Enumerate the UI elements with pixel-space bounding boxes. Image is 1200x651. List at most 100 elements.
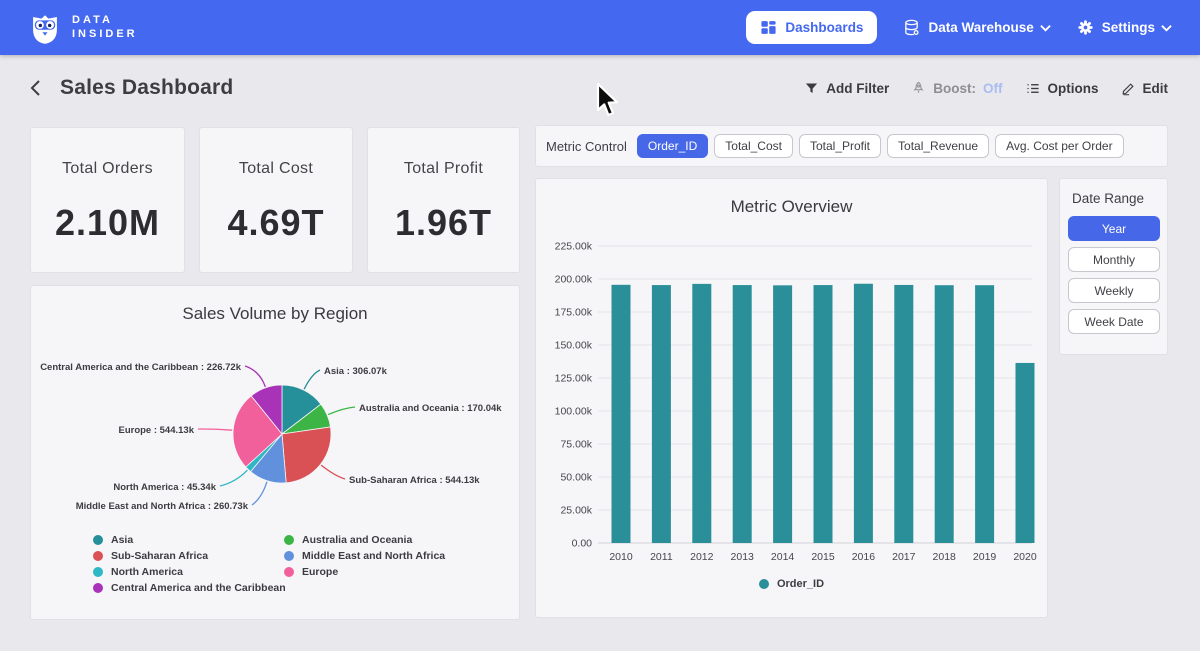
kpi-label: Total Profit <box>404 160 483 178</box>
legend-label: Australia and Oceania <box>302 534 412 546</box>
y-tick-label: 0.00 <box>572 538 593 550</box>
y-tick-label: 125.00k <box>555 373 593 385</box>
pie-chart-card: Sales Volume by Region Asia : 306.07kAus… <box>30 285 520 620</box>
pie-slice[interactable] <box>282 427 331 483</box>
legend-label: North America <box>111 566 183 578</box>
bar[interactable] <box>814 285 833 543</box>
pie-slice-label: Central America and the Caribbean : 226.… <box>40 362 242 373</box>
metric-control-bar: Metric Control Order_IDTotal_CostTotal_P… <box>535 125 1168 167</box>
pie-leader-line <box>245 366 265 387</box>
metric-chip[interactable]: Avg. Cost per Order <box>995 134 1124 158</box>
add-filter-button[interactable]: Add Filter <box>804 81 889 96</box>
options-button[interactable]: Options <box>1025 81 1099 96</box>
legend-dot <box>93 535 103 545</box>
bar[interactable] <box>733 285 752 543</box>
legend-dot <box>93 583 103 593</box>
pie-leader-line <box>198 429 232 430</box>
date-range-button[interactable]: Weekly <box>1068 278 1160 303</box>
legend-label: Central America and the Caribbean <box>111 582 286 594</box>
x-tick-label: 2017 <box>892 551 916 563</box>
metric-chip[interactable]: Total_Profit <box>799 134 881 158</box>
date-range-button[interactable]: Monthly <box>1068 247 1160 272</box>
kpi-value: 2.10M <box>55 202 160 244</box>
legend-dot <box>759 579 769 589</box>
bar-chart-card: Metric Overview 0.0025.00k50.00k75.00k10… <box>535 178 1048 618</box>
metric-control-label: Metric Control <box>546 139 627 154</box>
bar-chart-legend: Order_ID <box>536 578 1047 590</box>
x-tick-label: 2014 <box>771 551 795 563</box>
gear-icon <box>1077 19 1094 36</box>
pie-slice-label: Middle East and North Africa : 260.73k <box>76 501 249 512</box>
bar[interactable] <box>935 285 954 543</box>
x-tick-label: 2010 <box>609 551 633 563</box>
bar[interactable] <box>773 285 792 543</box>
data-warehouse-menu[interactable]: Data Warehouse <box>903 19 1050 36</box>
metric-chip[interactable]: Order_ID <box>637 134 708 158</box>
pie-legend-col-2: Australia and Oceania Middle East and Nor… <box>284 534 445 578</box>
bar[interactable] <box>1016 363 1035 543</box>
boost-label: Boost: <box>933 81 976 96</box>
pie-leader-line <box>252 482 267 505</box>
settings-menu[interactable]: Settings <box>1077 19 1172 36</box>
x-tick-label: 2015 <box>811 551 835 563</box>
date-range-buttons: Year Monthly Weekly Week Date <box>1068 216 1159 334</box>
bar[interactable] <box>894 285 913 543</box>
date-range-button[interactable]: Year <box>1068 216 1160 241</box>
top-navbar: DATA INSIDER Dashboards <box>0 0 1200 55</box>
bar[interactable] <box>854 284 873 543</box>
bar[interactable] <box>692 284 711 543</box>
database-icon <box>903 19 920 36</box>
x-tick-label: 2020 <box>1013 551 1037 563</box>
filter-funnel-icon <box>804 81 819 96</box>
pie-leader-line <box>321 465 345 479</box>
bar-chart[interactable]: 0.0025.00k50.00k75.00k100.00k125.00k150.… <box>536 179 1049 619</box>
y-tick-label: 100.00k <box>555 406 593 418</box>
pie-legend-item[interactable]: Central America and the Caribbean <box>93 582 286 594</box>
date-range-label: Date Range <box>1072 191 1159 206</box>
legend-dot <box>284 551 294 561</box>
bar[interactable] <box>975 285 994 543</box>
bar[interactable] <box>652 285 671 543</box>
brand-text: DATA INSIDER <box>72 14 138 42</box>
x-tick-label: 2011 <box>650 551 673 563</box>
kpi-card-total-profit: Total Profit 1.96T <box>367 127 520 273</box>
pie-slice-label: Asia : 306.07k <box>324 366 388 377</box>
pie-legend-item[interactable]: Australia and Oceania <box>284 534 445 546</box>
chevron-down-icon <box>1040 24 1051 32</box>
kpi-card-total-orders: Total Orders 2.10M <box>30 127 185 273</box>
y-tick-label: 25.00k <box>560 505 592 517</box>
kpi-label: Total Cost <box>239 160 313 178</box>
pie-leader-line <box>328 407 355 415</box>
bar[interactable] <box>612 285 631 543</box>
page-header: Sales Dashboard Add Filter Boost: Off <box>0 55 1200 121</box>
boost-state: Off <box>983 81 1003 96</box>
legend-label: Asia <box>111 534 133 546</box>
pie-legend-item[interactable]: Sub-Saharan Africa <box>93 550 286 562</box>
x-tick-label: 2019 <box>973 551 997 563</box>
metric-chip[interactable]: Total_Revenue <box>887 134 989 158</box>
pie-legend-item[interactable]: Middle East and North Africa <box>284 550 445 562</box>
metric-chip[interactable]: Total_Cost <box>714 134 793 158</box>
y-tick-label: 175.00k <box>555 307 593 319</box>
list-options-icon <box>1025 81 1041 96</box>
y-tick-label: 225.00k <box>555 241 593 253</box>
back-button[interactable] <box>26 77 46 99</box>
app-root: DATA INSIDER Dashboards <box>0 0 1200 651</box>
pie-legend-item[interactable]: Asia <box>93 534 286 546</box>
pie-slice-label: Europe : 544.13k <box>118 425 194 436</box>
pie-legend-item[interactable]: Europe <box>284 566 445 578</box>
pie-slice-label: Sub-Saharan Africa : 544.13k <box>349 475 480 486</box>
boost-toggle[interactable]: Boost: Off <box>911 80 1002 96</box>
kpi-card-total-cost: Total Cost 4.69T <box>199 127 353 273</box>
pie-legend-item[interactable]: North America <box>93 566 286 578</box>
legend-label: Order_ID <box>777 578 824 590</box>
edit-button[interactable]: Edit <box>1121 81 1169 96</box>
dashboards-grid-icon <box>760 19 777 36</box>
date-range-panel: Date Range Year Monthly Weekly Week Date <box>1059 178 1168 355</box>
date-range-button[interactable]: Week Date <box>1068 309 1160 334</box>
rocket-icon <box>911 80 926 96</box>
kpi-label: Total Orders <box>62 160 153 178</box>
x-tick-label: 2018 <box>933 551 957 563</box>
dashboards-button[interactable]: Dashboards <box>746 11 877 44</box>
x-tick-label: 2013 <box>731 551 755 563</box>
